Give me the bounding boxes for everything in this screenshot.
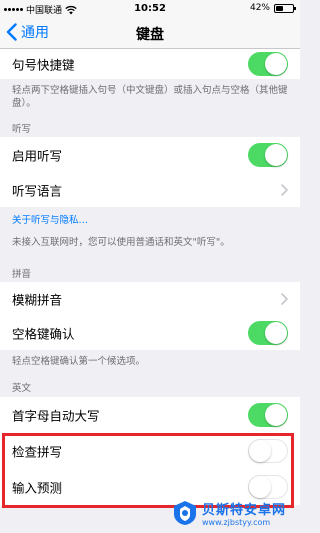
watermark: 贝斯特安卓网 www.zjbstyy.com <box>172 496 298 530</box>
space-confirm-toggle[interactable] <box>248 321 288 345</box>
section-header-pinyin: 拼音 <box>12 269 32 280</box>
fuzzy-pinyin-label: 模糊拼音 <box>12 292 63 308</box>
status-right: 42% <box>249 3 296 13</box>
watermark-title: 贝斯特安卓网 <box>202 503 287 518</box>
auto-capitalization-toggle[interactable] <box>248 403 288 427</box>
navigation-bar: 通用 键盘 <box>0 18 300 49</box>
predictive-label: 输入预测 <box>12 480 63 496</box>
period-shortcut-label: 句号快捷键 <box>12 57 75 73</box>
status-bar: 中国联通 10:52 42% <box>0 0 300 18</box>
section-header-english: 英文 <box>12 383 32 394</box>
check-spelling-row: 检查拼写 <box>0 433 300 469</box>
enable-dictation-row: 启用听写 <box>0 137 300 172</box>
dictation-info-note: 未接入互联网时，您可以使用普通话和英文"听写"。 <box>12 237 230 248</box>
period-shortcut-toggle[interactable] <box>248 52 288 76</box>
watermark-url: www.zjbstyy.com <box>202 518 271 527</box>
fuzzy-pinyin-row[interactable]: 模糊拼音 <box>0 282 300 316</box>
chevron-right-icon <box>281 293 288 305</box>
section-header-dictation: 听写 <box>12 124 32 135</box>
chevron-right-icon <box>281 183 288 196</box>
period-shortcut-row: 句号快捷键 <box>0 49 300 79</box>
auto-capitalization-row: 首字母自动大写 <box>0 397 300 433</box>
enable-dictation-label: 启用听写 <box>12 148 63 163</box>
check-spelling-label: 检查拼写 <box>12 444 63 460</box>
space-confirm-row: 空格键确认 <box>0 316 300 350</box>
page-title: 键盘 <box>136 27 164 43</box>
watermark-logo-icon <box>174 501 196 525</box>
dictation-language-label: 听写语言 <box>12 183 63 198</box>
auto-capitalization-label: 首字母自动大写 <box>12 408 100 424</box>
period-shortcut-note: 轻点两下空格键插入句号（中文键盘）或插入句点与空格（其他键盘）。 <box>12 85 288 109</box>
battery-icon <box>274 3 296 13</box>
dictation-language-row[interactable]: 听写语言 <box>0 172 300 207</box>
dictation-privacy-link[interactable]: 关于听写与隐私… <box>12 212 88 226</box>
enable-dictation-toggle[interactable] <box>248 142 288 167</box>
check-spelling-toggle[interactable] <box>248 439 288 463</box>
space-confirm-label: 空格键确认 <box>12 326 75 342</box>
space-confirm-note: 轻点空格键确认第一个候选项。 <box>12 356 146 367</box>
battery-percent: 42% <box>249 3 270 13</box>
